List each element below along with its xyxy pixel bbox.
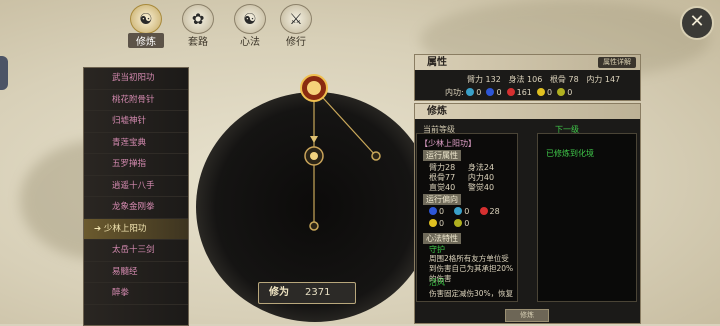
attribute-detail-button[interactable]: 属性详解 — [598, 57, 636, 68]
section-heading: 心法特性 — [423, 233, 461, 244]
trait-name: 活风 — [429, 278, 445, 287]
section-heading: 运行偏向 — [423, 194, 461, 205]
element-icon — [429, 207, 437, 215]
element-icon — [454, 219, 463, 227]
element-icon — [506, 88, 515, 96]
next-level-details: 已修炼到化境 — [537, 133, 637, 302]
cultivation-score: 修为 2371 — [258, 282, 356, 304]
next-level-text: 已修炼到化境 — [546, 149, 594, 158]
node-icon — [371, 151, 381, 161]
root-node-core — [307, 81, 321, 95]
element-icon — [429, 219, 437, 227]
section-heading: 运行属性 — [423, 150, 461, 161]
tendency-row: 0 0 28 — [429, 207, 500, 216]
arrow-icon — [310, 136, 318, 143]
stat-row: 直觉40 警觉40 — [429, 183, 495, 192]
score-label: 修为 — [269, 287, 289, 298]
current-level-details: 【少林上阳功】 运行属性 臂力28 身法24 根骨77 内力40 直觉40 警觉… — [416, 133, 518, 302]
element-icon — [486, 88, 495, 96]
element-icon — [479, 207, 488, 215]
element-icon — [466, 88, 475, 96]
element-icon — [537, 88, 545, 96]
element-icon — [557, 88, 566, 96]
active-node-core — [310, 152, 318, 160]
trait-description: 伤害固定减伤30%，恢复 — [429, 289, 514, 298]
node-icon — [309, 221, 319, 231]
element-icon — [454, 207, 463, 215]
tendency-row: 0 0 — [429, 219, 469, 228]
attributes-panel: 属性 属性详解 臂力 132 身法 106 根骨 78 内力 147 内功: 0… — [414, 54, 641, 101]
skill-name: 【少林上阳功】 — [420, 139, 476, 148]
cultivate-button[interactable]: 修炼 — [505, 309, 549, 322]
score-value: 2371 — [305, 287, 331, 298]
stat-row: 臂力 132 身法 106 根骨 78 内力 147 — [467, 75, 621, 84]
neigong-row: 内功: 0 0 161 0 0 — [445, 88, 573, 97]
panel-title: 修炼 — [415, 104, 640, 119]
